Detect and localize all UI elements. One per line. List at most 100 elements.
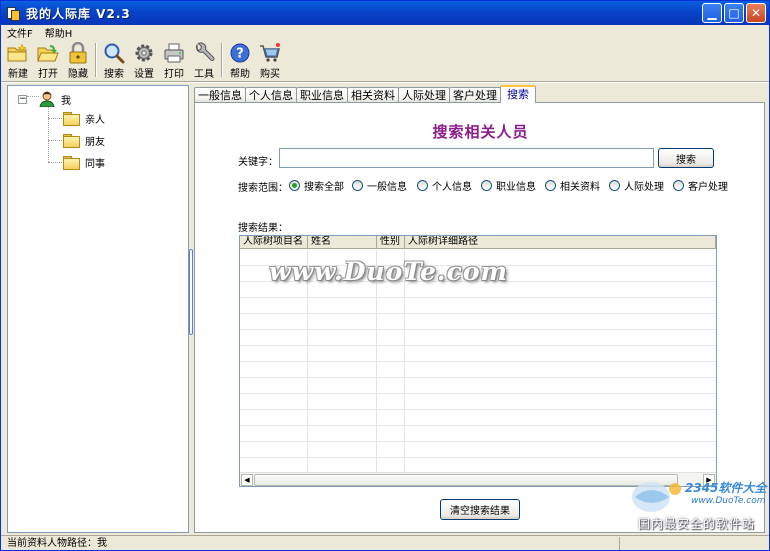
watermark-url: www.DuoTe.com xyxy=(691,496,766,506)
tree-item-label: 朋友 xyxy=(85,137,105,148)
tools-label: 工具 xyxy=(194,69,214,80)
tree-root-label: 我 xyxy=(61,95,71,107)
splitter-handle[interactable] xyxy=(189,249,193,335)
buy-button[interactable]: 购买 xyxy=(255,41,285,80)
search-label: 搜索 xyxy=(104,69,124,80)
keyword-input[interactable] xyxy=(279,148,654,168)
tree-root[interactable]: − 我 xyxy=(18,91,71,107)
tree-connector xyxy=(48,140,62,141)
radio-label: 个人信息 xyxy=(432,182,472,193)
app-icon xyxy=(6,6,20,21)
print-button[interactable]: 打印 xyxy=(159,41,189,80)
tree-connector xyxy=(48,104,49,162)
buy-label: 购买 xyxy=(260,69,280,80)
scope-radio-career[interactable]: 职业信息 xyxy=(481,178,536,193)
radio-selected-icon xyxy=(289,180,300,191)
tree-connector xyxy=(48,118,62,119)
toolbar: 新建 打开 隐藏 搜索 设置 打印 工具 ? 帮助 购买 xyxy=(3,41,285,80)
lock-icon xyxy=(66,41,90,64)
clear-results-button[interactable]: 清空搜索结果 xyxy=(440,499,520,520)
column-header-gender[interactable]: 性别 xyxy=(377,236,405,249)
tree-item-label: 同事 xyxy=(85,159,105,170)
people-tree[interactable]: − 我 亲人 朋友 同事 xyxy=(7,85,189,533)
tab-strip: 一般信息 个人信息 职业信息 相关资料 人际处理 客户处理 搜索 xyxy=(194,85,536,103)
radio-icon xyxy=(609,180,620,191)
tab-relationship-handling[interactable]: 人际处理 xyxy=(398,87,450,103)
scrollbar-thumb[interactable] xyxy=(254,474,678,486)
tools-button[interactable]: 工具 xyxy=(189,41,219,80)
new-button[interactable]: 新建 xyxy=(3,41,33,80)
tab-career-info[interactable]: 职业信息 xyxy=(296,87,348,103)
menu-file[interactable]: 文件F xyxy=(1,25,39,40)
scope-radio-general[interactable]: 一般信息 xyxy=(352,178,407,193)
scope-radio-customer[interactable]: 客户处理 xyxy=(673,178,728,193)
column-header-item[interactable]: 人际树项目名 xyxy=(240,236,308,249)
tree-item-label: 亲人 xyxy=(85,115,105,126)
tree-expander[interactable]: − xyxy=(18,94,27,104)
radio-label: 相关资料 xyxy=(560,182,600,193)
search-button[interactable]: 搜索 xyxy=(658,148,714,168)
tab-related-materials[interactable]: 相关资料 xyxy=(347,87,399,103)
scope-radio-relationship[interactable]: 人际处理 xyxy=(609,178,664,193)
column-header-name[interactable]: 姓名 xyxy=(308,236,377,249)
cart-icon xyxy=(258,41,282,64)
settings-label: 设置 xyxy=(134,69,154,80)
maximize-button[interactable]: □ xyxy=(724,3,744,23)
tree-item-colleagues[interactable]: 同事 xyxy=(63,155,105,170)
tree-item-relatives[interactable]: 亲人 xyxy=(63,111,105,126)
scope-radio-all[interactable]: 搜索全部 xyxy=(289,178,344,193)
tab-search[interactable]: 搜索 xyxy=(500,85,536,103)
clear-results-label: 清空搜索结果 xyxy=(450,506,510,517)
search-button-label: 搜索 xyxy=(676,154,696,166)
search-panel: 搜索相关人员 关键字： 搜索 搜索范围： 搜索全部 一般信息 个人信息 职业信息… xyxy=(194,102,765,533)
print-label: 打印 xyxy=(164,69,184,80)
folder-icon xyxy=(63,134,80,148)
watermark-brand: 2345软件大全 xyxy=(685,481,767,495)
folder-open-icon xyxy=(36,41,60,64)
tab-personal-info[interactable]: 个人信息 xyxy=(245,87,297,103)
keyword-label: 关键字： xyxy=(238,157,278,168)
open-label: 打开 xyxy=(38,69,58,80)
title-bar[interactable]: 我的人际库 V2.3 ▁ □ ✕ xyxy=(1,1,769,25)
status-text: 当前资料人物路径：我 xyxy=(1,536,620,550)
close-icon: ✕ xyxy=(750,6,762,20)
window-title: 我的人际库 V2.3 xyxy=(26,6,131,21)
folder-icon xyxy=(63,156,80,170)
folder-icon xyxy=(63,112,80,126)
help-button[interactable]: ? 帮助 xyxy=(225,41,255,80)
search-button-toolbar[interactable]: 搜索 xyxy=(99,41,129,80)
svg-text:?: ? xyxy=(236,46,244,61)
minimize-button[interactable]: ▁ xyxy=(702,3,722,23)
radio-icon xyxy=(481,180,492,191)
search-heading: 搜索相关人员 xyxy=(432,123,529,141)
hide-button[interactable]: 隐藏 xyxy=(63,41,93,80)
folder-new-icon xyxy=(6,41,30,64)
maximize-icon: □ xyxy=(728,6,740,20)
scope-radio-materials[interactable]: 相关资料 xyxy=(545,178,600,193)
tab-general-info[interactable]: 一般信息 xyxy=(194,87,246,103)
results-label: 搜索结果： xyxy=(238,223,288,234)
toolbar-divider xyxy=(1,81,769,83)
radio-label: 职业信息 xyxy=(496,182,536,193)
help-icon: ? xyxy=(228,41,252,64)
minimize-icon: ▁ xyxy=(707,6,717,20)
tree-item-friends[interactable]: 朋友 xyxy=(63,133,105,148)
column-header-path[interactable]: 人际树详细路径 xyxy=(405,236,716,249)
radio-icon xyxy=(417,180,428,191)
radio-icon xyxy=(545,180,556,191)
help-label: 帮助 xyxy=(230,69,250,80)
globe-logo-icon xyxy=(632,482,681,512)
scope-radio-personal[interactable]: 个人信息 xyxy=(417,178,472,193)
settings-button[interactable]: 设置 xyxy=(129,41,159,80)
window-controls: ▁ □ ✕ xyxy=(702,3,766,23)
tab-customer-handling[interactable]: 客户处理 xyxy=(449,87,501,103)
results-header: 人际树项目名 姓名 性别 人际树详细路径 xyxy=(240,236,716,249)
status-bar: 当前资料人物路径：我 xyxy=(1,535,769,550)
menu-bar: 文件F 帮助H xyxy=(1,25,769,40)
close-button[interactable]: ✕ xyxy=(746,3,766,23)
radio-label: 人际处理 xyxy=(624,182,664,193)
printer-icon xyxy=(162,41,186,64)
menu-help[interactable]: 帮助H xyxy=(39,25,79,40)
open-button[interactable]: 打开 xyxy=(33,41,63,80)
scroll-left-icon[interactable]: ◀ xyxy=(241,474,253,486)
